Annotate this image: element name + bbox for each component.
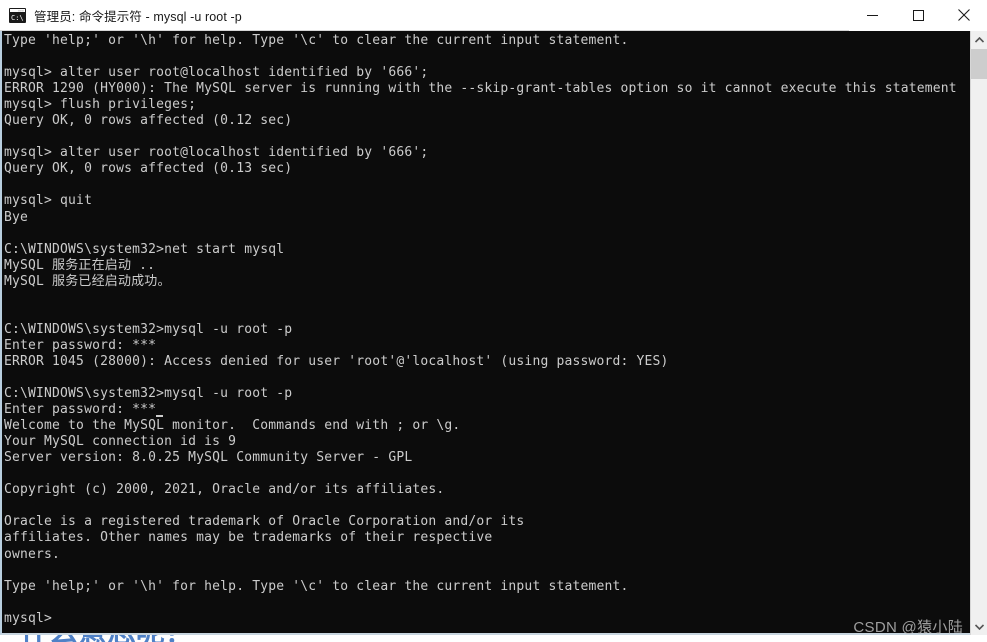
console-line: mysql> flush privileges; — [4, 97, 197, 113]
console-line: affiliates. Other names may be trademark… — [4, 530, 493, 546]
console-line: Your MySQL connection id is 9 — [4, 434, 237, 450]
console-line: Oracle is a registered trademark of Orac… — [4, 514, 525, 530]
console-line: Query OK, 0 rows affected (0.13 sec) — [4, 161, 293, 177]
minimize-button[interactable] — [849, 0, 895, 31]
console-line: Type 'help;' or '\h' for help. Type '\c'… — [4, 578, 629, 594]
console-line: mysql> alter user root@localhost identif… — [4, 145, 429, 161]
console-line: C:\WINDOWS\system32>mysql -u root -p — [4, 321, 293, 337]
console-text: Type 'help;' or '\h' for help. Type '\c'… — [4, 31, 956, 633]
close-icon — [958, 9, 970, 21]
minimize-icon — [866, 14, 878, 16]
console-output-area[interactable]: Type 'help;' or '\h' for help. Type '\c'… — [0, 31, 987, 635]
console-line: Query OK, 0 rows affected (0.12 sec) — [4, 113, 293, 129]
vertical-scrollbar[interactable] — [970, 31, 987, 635]
console-line: Enter password: *** — [4, 337, 157, 353]
chevron-up-icon — [974, 36, 984, 43]
scroll-down-button[interactable] — [971, 618, 987, 635]
cmd-window: ▫▫▫ C:\ 管理员: 命令提示符 - mysql -u root -p Ty… — [0, 0, 987, 642]
console-line: mysql> — [4, 610, 53, 626]
console-line: MySQL 服务已经启动成功。 — [4, 273, 171, 289]
console-line: Welcome to the MySQL monitor. Commands e… — [4, 418, 461, 434]
console-line: Copyright (c) 2000, 2021, Oracle and/or … — [4, 482, 445, 498]
console-line: Enter password: *** — [4, 402, 956, 418]
cmd-console-icon: ▫▫▫ C:\ — [9, 7, 26, 23]
console-line: ERROR 1290 (HY000): The MySQL server is … — [4, 81, 956, 97]
window-title: 管理员: 命令提示符 - mysql -u root -p — [34, 9, 242, 24]
chevron-down-icon — [974, 623, 984, 630]
maximize-button[interactable] — [895, 0, 941, 31]
scrollbar-track[interactable] — [971, 48, 987, 618]
console-line: C:\WINDOWS\system32>mysql -u root -p — [4, 386, 293, 402]
title-bar[interactable]: ▫▫▫ C:\ 管理员: 命令提示符 - mysql -u root -p — [0, 0, 987, 31]
window-controls — [849, 0, 987, 31]
bleed-heading: 什么意思呢？ — [20, 635, 194, 642]
csdn-watermark: CSDN @猿小陆 — [853, 619, 963, 636]
maximize-icon — [912, 9, 924, 21]
scrollbar-thumb[interactable] — [971, 49, 987, 79]
console-line: Bye — [4, 209, 29, 225]
console-line: mysql> alter user root@localhost identif… — [4, 65, 429, 81]
console-line: mysql> quit — [4, 193, 93, 209]
text-cursor — [156, 415, 164, 418]
console-line: C:\WINDOWS\system32>net start mysql — [4, 241, 285, 257]
console-line: MySQL 服务正在启动 .. — [4, 257, 156, 273]
icon-prompt-label: C:\ — [10, 12, 25, 22]
page-bleed-area: 什么意思呢？ — [0, 635, 987, 642]
console-line: Type 'help;' or '\h' for help. Type '\c'… — [4, 33, 629, 48]
console-line: owners. — [4, 546, 61, 562]
scroll-up-button[interactable] — [971, 31, 987, 48]
console-line: ERROR 1045 (28000): Access denied for us… — [4, 353, 669, 369]
close-button[interactable] — [941, 0, 987, 31]
console-line: Server version: 8.0.25 MySQL Community S… — [4, 450, 413, 466]
